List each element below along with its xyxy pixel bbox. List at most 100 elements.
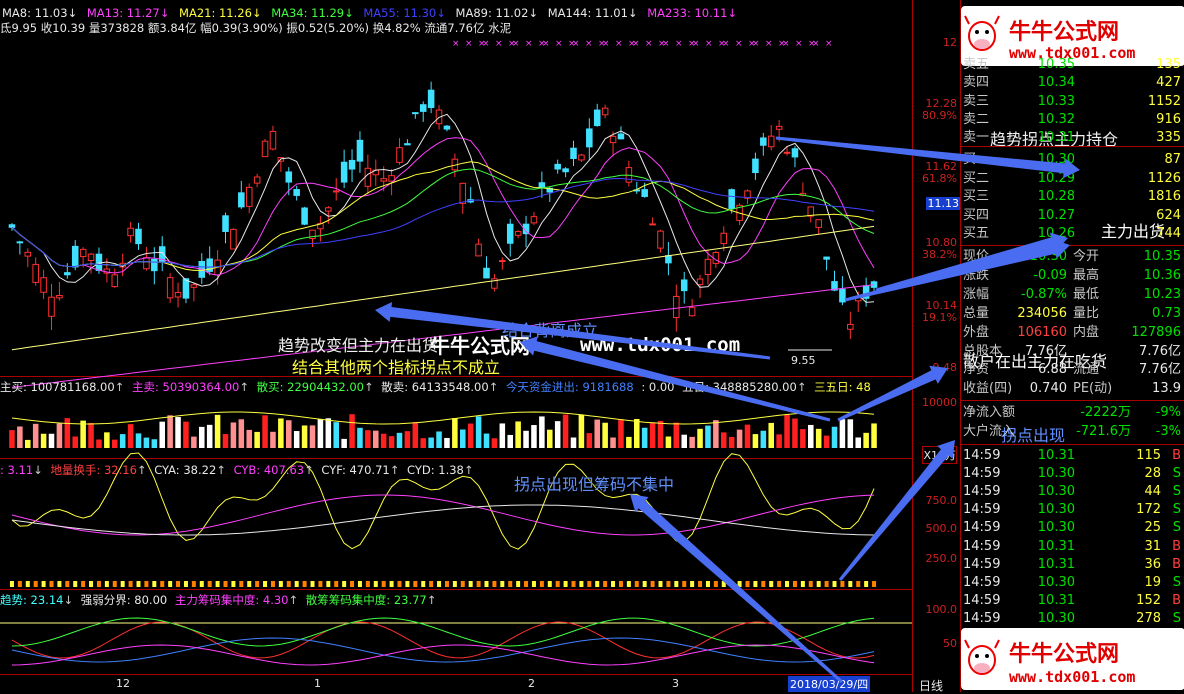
- tick-volume: 31: [1144, 538, 1161, 554]
- candle-body: [245, 186, 253, 207]
- ind1-bar: [89, 581, 94, 587]
- candle-body: [190, 284, 198, 288]
- volume-bar: [665, 436, 672, 448]
- stat-label: 涨幅: [963, 286, 990, 302]
- ind1-bar: [698, 581, 703, 587]
- volume-bar: [578, 414, 585, 448]
- candle-body: [79, 248, 87, 258]
- volume-bar: [175, 417, 181, 448]
- candle-body: [348, 159, 356, 170]
- quote-row: 14:59 10.31 31 B: [961, 538, 1184, 556]
- ind1-bar: [49, 581, 54, 587]
- volume-bar: [760, 430, 767, 448]
- stat-value: 10.36: [1143, 267, 1181, 283]
- ind1-bar: [255, 581, 260, 587]
- stat-value: 10.35: [1143, 249, 1181, 264]
- ind1-bar: [603, 581, 608, 587]
- volume-bar: [436, 431, 442, 448]
- watermark-title: 牛牛公式网: [1009, 20, 1120, 45]
- ind1-bar: [128, 581, 133, 587]
- volume-bar: [317, 418, 324, 448]
- candle-body: [578, 154, 585, 161]
- ind1-bar: [721, 581, 726, 587]
- candle-body: [791, 148, 799, 158]
- volume-bar: [823, 435, 830, 448]
- signal-marker: ×: [452, 39, 460, 49]
- center-watermark-title: 牛牛公式网: [430, 334, 530, 358]
- stat-label: 现价: [963, 249, 990, 264]
- ind1-bar: [484, 581, 489, 587]
- bid-price: 10.30: [1037, 152, 1075, 167]
- ind1-bar: [761, 581, 766, 587]
- candle-body: [143, 257, 150, 270]
- ind1-bar: [373, 581, 378, 587]
- volume-bar: [380, 433, 387, 448]
- volume-bar: [697, 428, 703, 448]
- ind1-bar: [294, 581, 299, 587]
- volume-bar: [206, 424, 213, 448]
- bid-price: 10.29: [1037, 170, 1075, 186]
- period-label[interactable]: 日线: [919, 677, 943, 694]
- xaxis-label: 1: [314, 677, 321, 690]
- ind1-bar: [302, 581, 307, 587]
- quote-row: 卖一 10.31 335: [961, 129, 1184, 147]
- candle-body: [396, 147, 403, 163]
- watermark-url: www.tdx001.com: [1009, 668, 1136, 686]
- volume-bar: [214, 414, 221, 448]
- candle-body: [293, 189, 300, 196]
- ind1-bar: [120, 581, 125, 587]
- ind1-bar: [270, 581, 275, 587]
- volume-bar: [341, 438, 347, 448]
- quote-row: 买一 10.30 87: [961, 151, 1184, 169]
- tick-price: 10.30: [1037, 466, 1075, 482]
- candle-body: [459, 182, 467, 204]
- quote-row: 14:59 10.31 152 B: [961, 592, 1184, 610]
- ind1-bar: [682, 581, 687, 587]
- last-price-tick: 11.13: [925, 197, 961, 210]
- ind1-a: : 3.11: [0, 463, 34, 477]
- bid-price: 10.28: [1037, 189, 1075, 205]
- volume-bar: [199, 426, 205, 448]
- volume-bar: [48, 433, 55, 448]
- kline-chart-area[interactable]: MA8: 11.03↓ MA13: 11.27↓ MA21: 11.26↓ MA…: [0, 0, 1118, 692]
- signal-marker: ×: [482, 39, 490, 49]
- volume-bar: [127, 424, 134, 448]
- ind1-bar: [745, 581, 750, 587]
- volume-bar: [539, 416, 545, 448]
- volume-bar: [562, 414, 569, 448]
- candle-body: [412, 112, 419, 115]
- site-watermark-bottom: 牛牛公式网 www.tdx001.com: [961, 628, 1184, 690]
- volume-tick: 10000: [922, 396, 957, 409]
- signal-marker: ×: [572, 39, 580, 49]
- ind1-bar: [658, 581, 663, 587]
- ind1-bar: [429, 581, 434, 587]
- ind1-bar: [856, 581, 861, 587]
- bid-volume: 87: [1164, 152, 1181, 167]
- volume-bar: [721, 432, 727, 448]
- signal-marker: ×: [735, 39, 743, 49]
- ind1-bar: [65, 581, 70, 587]
- volume-bar: [815, 428, 822, 448]
- candle-body: [506, 223, 514, 244]
- candle-body: [166, 277, 174, 299]
- quote-row: 净流入额 -2222万 -9%: [961, 404, 1184, 422]
- volume-bar: [80, 420, 86, 448]
- candle-body: [285, 171, 293, 183]
- volume-bar: [515, 421, 521, 448]
- volume-bar: [570, 437, 577, 448]
- candle-body: [356, 139, 364, 162]
- ind1-bar: [872, 581, 877, 587]
- quote-row: 买五 10.26 744: [961, 225, 1184, 243]
- volume-bar: [325, 418, 332, 448]
- ind1-bar: [555, 581, 560, 587]
- signal-marker: ×: [632, 39, 640, 49]
- candle-body: [593, 109, 601, 127]
- candle-body: [340, 161, 348, 183]
- ind1-bar: [444, 581, 449, 587]
- quote-row: 大户流入 -721.6万 -3%: [961, 423, 1184, 441]
- bid-label: 买二: [963, 170, 990, 186]
- signal-marker: ×: [542, 39, 550, 49]
- tick-price: 10.31: [1037, 556, 1075, 572]
- candle-body: [443, 125, 451, 130]
- flow-value: -721.6万: [1076, 424, 1131, 439]
